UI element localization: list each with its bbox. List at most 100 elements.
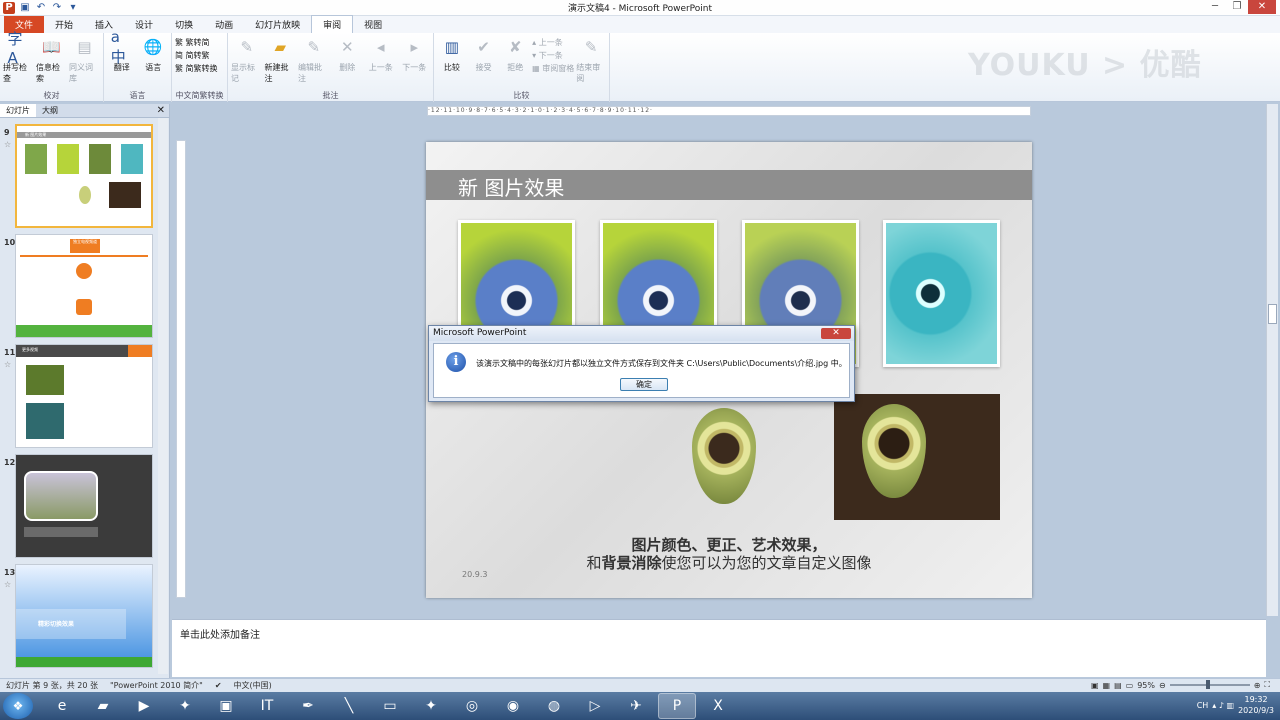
netease-music-icon[interactable]: ◍: [535, 693, 573, 719]
avocado-picture[interactable]: [692, 408, 756, 504]
previous-change-button[interactable]: ▴ 上一条: [532, 37, 574, 48]
info-icon: i: [446, 352, 466, 372]
bird-app-icon[interactable]: ✦: [166, 693, 204, 719]
restore-icon[interactable]: ❐: [1226, 0, 1248, 14]
pen-app-icon[interactable]: ✒: [289, 693, 327, 719]
pane-close-icon[interactable]: ✕: [157, 105, 165, 116]
vertical-ruler: [176, 140, 186, 598]
tab-animations[interactable]: 动画: [204, 16, 244, 33]
animation-star-icon: ☆: [4, 580, 12, 589]
title-bar: P ▣ ↶ ↷ ▾ 演示文稿4 - Microsoft PowerPoint ─…: [0, 0, 1280, 16]
thumb-number: 13: [4, 568, 16, 577]
research-icon: 📖: [42, 38, 61, 56]
group-comments: ✎ 显示标记 ▰ 新建批注 ✎ 编辑批注 ✕ 删除 ◂ 上一条 ▸ 下一条 批注: [228, 33, 434, 102]
avocado-background-picture[interactable]: [834, 394, 1000, 520]
zoom-out-icon[interactable]: ⊖: [1159, 681, 1166, 690]
reading-view-icon[interactable]: ▤: [1114, 681, 1122, 690]
feishu-icon[interactable]: ✈: [617, 693, 655, 719]
end-review-icon: ✎: [584, 38, 598, 56]
normal-view-icon[interactable]: ▣: [1091, 681, 1099, 690]
tab-slides[interactable]: 幻灯片: [0, 104, 36, 117]
review-pane-button[interactable]: ▦ 审阅窗格: [532, 63, 574, 74]
slide-thumbnail-10[interactable]: 独立电视频道: [15, 234, 153, 338]
dialog-close-icon[interactable]: ✕: [821, 328, 851, 339]
file-explorer-icon[interactable]: ▰: [84, 693, 122, 719]
slide-thumbnail-11[interactable]: 更多视频: [15, 344, 153, 448]
window-title: 演示文稿4 - Microsoft PowerPoint: [567, 4, 713, 14]
trad-to-simp-button[interactable]: 繁 繁转简: [175, 37, 218, 48]
zoom-slider-knob[interactable]: [1205, 680, 1210, 689]
simp-to-trad-button[interactable]: 简 简转繁: [175, 50, 218, 61]
slide-title[interactable]: 新 图片效果: [458, 172, 564, 201]
tab-review[interactable]: 审阅: [311, 15, 354, 33]
close-icon[interactable]: ✕: [1248, 0, 1276, 14]
previous-change-icon: ▴: [532, 38, 537, 47]
tab-transitions[interactable]: 切换: [164, 16, 204, 33]
taskbar: ❖ e ▰ ▶ ✦ ▣ IT ✒ ╲ ▭ ✦ ◎ ◉ ◍ ▷ ✈ P X CH …: [0, 692, 1280, 720]
group-chinese-conversion: 繁 繁转简 简 简转繁 繁 简繁转换 中文简繁转换: [172, 33, 228, 102]
zoom-slider[interactable]: [1169, 680, 1250, 689]
show-markup-icon: ✎: [240, 38, 254, 56]
save-icon[interactable]: ▣: [19, 2, 31, 14]
computer-icon[interactable]: ▭: [371, 693, 409, 719]
spellcheck-status-icon[interactable]: ✔: [209, 681, 228, 690]
slide-thumbnail-13[interactable]: 精彩切换效果: [15, 564, 153, 668]
it-app-icon[interactable]: IT: [248, 693, 286, 719]
group-label-language: 语言: [129, 91, 146, 100]
slide-thumbnail-9[interactable]: 新 图片效果: [15, 124, 153, 228]
animation-star-icon: ☆: [4, 140, 12, 149]
tray-icons[interactable]: ▴ ♪ ▥: [1212, 701, 1234, 710]
undo-icon[interactable]: ↶: [35, 2, 47, 14]
zoom-in-icon[interactable]: ⊕: [1254, 681, 1261, 690]
compare-icon: ▥: [444, 38, 459, 56]
zoom-level[interactable]: 95%: [1137, 681, 1155, 690]
start-button-icon[interactable]: ❖: [3, 693, 33, 719]
slides-pane-scrollbar[interactable]: [158, 118, 168, 674]
powerpoint-taskbar-icon[interactable]: P: [658, 693, 696, 719]
media-player-icon[interactable]: ▶: [125, 693, 163, 719]
slide-thumbnail-12[interactable]: [15, 454, 153, 558]
minimize-icon[interactable]: ─: [1204, 0, 1226, 14]
notes-pane[interactable]: 单击此处添加备注: [172, 619, 1266, 677]
bird-app-2-icon[interactable]: ✦: [412, 693, 450, 719]
group-compare: ▥ 比较 ✔ 接受 ✘ 拒绝 ▴ 上一条 ▾ 下一条 ▦ 审阅窗格 ✎ 结束审阅…: [434, 33, 610, 102]
language-status[interactable]: 中文(中国): [228, 680, 278, 691]
ribbon-tabs: 文件 开始 插入 设计 切换 动画 幻灯片放映 审阅 视图: [0, 15, 1280, 33]
theme-name: "PowerPoint 2010 简介": [109, 681, 203, 690]
tool-app-icon[interactable]: ╲: [330, 693, 368, 719]
slide-sorter-icon[interactable]: ▦: [1103, 681, 1111, 690]
horizontal-ruler: ·12·11·10·9·8·7·6·5·4·3·2·1·0·1·2·3·4·5·…: [427, 106, 1031, 116]
system-tray: CH ▴ ♪ ▥ 19:32 2020/9/3: [1197, 694, 1274, 716]
scrollbar-thumb[interactable]: [1268, 304, 1277, 324]
ime-indicator[interactable]: CH: [1197, 701, 1209, 710]
dialog-body: i 该演示文稿中的每张幻灯片都以独立文件方式保存到文件夹 C:\Users\Pu…: [433, 343, 850, 398]
player-icon[interactable]: ▷: [576, 693, 614, 719]
next-change-button[interactable]: ▾ 下一条: [532, 50, 574, 61]
redo-icon[interactable]: ↷: [51, 2, 63, 14]
fit-to-window-icon[interactable]: ⛶: [1264, 680, 1270, 690]
tab-view[interactable]: 视图: [353, 16, 393, 33]
clock[interactable]: 19:32 2020/9/3: [1238, 694, 1274, 716]
qq-icon[interactable]: ◎: [453, 693, 491, 719]
customize-dropdown-icon[interactable]: ▾: [67, 2, 79, 14]
tab-outline[interactable]: 大纲: [36, 104, 64, 117]
ok-button[interactable]: 确定: [620, 378, 668, 391]
gear-picture-4[interactable]: [883, 220, 1000, 367]
editor-vertical-scrollbar[interactable]: [1266, 104, 1278, 616]
thumb-number: 10: [4, 238, 16, 247]
excel-taskbar-icon[interactable]: X: [699, 693, 737, 719]
ie-browser-icon[interactable]: e: [43, 693, 81, 719]
tab-slideshow[interactable]: 幻灯片放映: [244, 16, 311, 33]
group-proofing: 字A 拼写检查 📖 信息检索 ▤ 同义词库 校对: [0, 30, 104, 102]
powerpoint-logo-icon[interactable]: P: [3, 1, 15, 14]
app-blue-icon[interactable]: ▣: [207, 693, 245, 719]
notes-placeholder: 单击此处添加备注: [180, 630, 260, 641]
slide-caption-line-2[interactable]: 和背景消除使您可以为您的文章自定义图像: [426, 552, 1032, 573]
youku-watermark: YOUKU > 优酷: [968, 48, 1202, 83]
chrome-icon[interactable]: ◉: [494, 693, 532, 719]
chinese-convert-button[interactable]: 繁 简繁转换: [175, 63, 218, 74]
thumb-number: 9: [4, 128, 10, 137]
slideshow-view-icon[interactable]: ▭: [1126, 681, 1134, 690]
group-label-comments: 批注: [322, 91, 339, 100]
tab-home[interactable]: 开始: [44, 16, 84, 33]
